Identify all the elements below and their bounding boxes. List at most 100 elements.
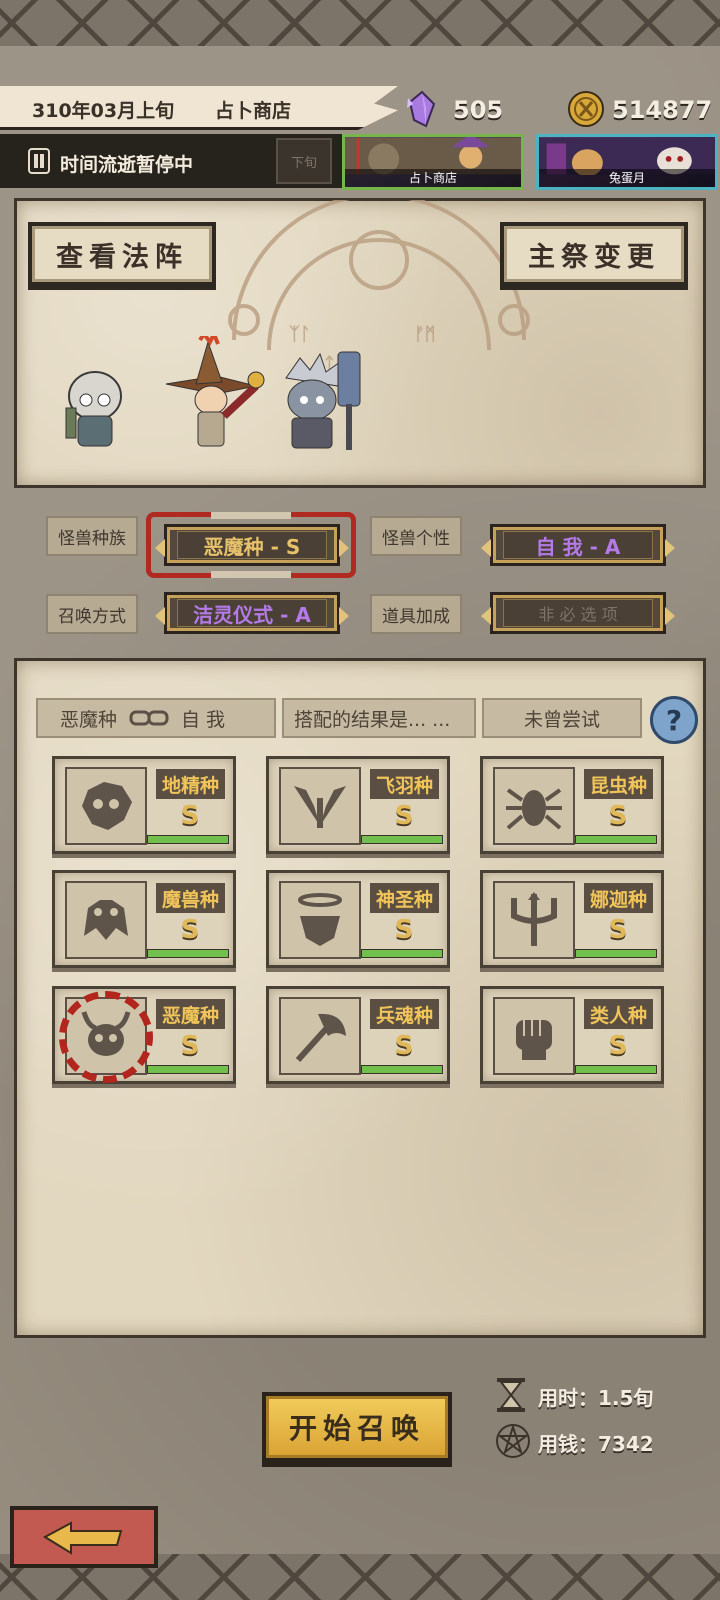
race-card-goblin[interactable]: 地精种 S: [52, 756, 236, 854]
race-name: 恶魔种: [155, 999, 225, 1029]
gold-coin-icon: [568, 91, 604, 127]
summon-method-selector[interactable]: 洁灵仪式 - A: [155, 592, 349, 634]
method-next-arrow-icon[interactable]: [339, 607, 349, 625]
item-bonus-value: 非 必 选 项: [538, 605, 618, 624]
race-label: 怪兽种族: [46, 516, 138, 556]
link-icon: [129, 710, 169, 726]
race-progress-bar: [575, 1065, 657, 1074]
view-formation-button[interactable]: 查看法阵: [28, 222, 216, 286]
race-selector[interactable]: 恶魔种 - S: [155, 524, 349, 566]
location-card-rabbit-egg-moon[interactable]: 兔蛋月: [536, 134, 718, 190]
crystal-icon: [407, 90, 436, 128]
combo-race-text: 恶魔种: [60, 708, 118, 731]
combo-tag: 恶魔种 自 我: [36, 698, 276, 738]
race-name: 类人种: [583, 999, 653, 1029]
back-button[interactable]: [10, 1506, 158, 1568]
race-card-holy[interactable]: 神圣种 S: [266, 870, 450, 968]
gold-count: 514877: [612, 96, 713, 124]
personality-prev-arrow-icon[interactable]: [481, 539, 491, 557]
race-grade: S: [608, 1031, 628, 1061]
pause-icon[interactable]: [28, 148, 50, 174]
personality-selector[interactable]: 自 我 - A: [481, 524, 675, 566]
race-grade: S: [180, 801, 200, 831]
item-bonus-selector[interactable]: 非 必 选 项: [481, 592, 675, 634]
goblin-skull-icon: [65, 767, 147, 845]
race-name: 地精种: [155, 769, 225, 799]
location-card-label: 占卜商店: [345, 169, 521, 187]
race-progress-bar: [361, 1065, 443, 1074]
race-grade: S: [608, 915, 628, 945]
race-name: 兵魂种: [369, 999, 439, 1029]
race-prev-arrow-icon[interactable]: [155, 539, 165, 557]
wings-icon: [279, 767, 361, 845]
axe-icon: [279, 997, 361, 1075]
race-next-arrow-icon[interactable]: [339, 539, 349, 557]
svg-text:ᚠᛗ: ᚠᛗ: [414, 324, 436, 345]
hourglass-icon: [497, 1378, 525, 1412]
race-progress-bar: [147, 949, 229, 958]
trident-icon: [493, 881, 575, 959]
spider-icon: [493, 767, 575, 845]
race-progress-bar: [147, 835, 229, 844]
next-period-button[interactable]: 下旬: [276, 138, 332, 184]
item-next-arrow-icon[interactable]: [665, 607, 675, 625]
personality-next-arrow-icon[interactable]: [665, 539, 675, 557]
start-summon-button[interactable]: 开始召唤: [262, 1392, 452, 1462]
witch-character: [165, 336, 265, 447]
summon-method-value: 洁灵仪式 - A: [193, 602, 311, 627]
race-progress-bar: [147, 1065, 229, 1074]
item-prev-arrow-icon[interactable]: [481, 607, 491, 625]
crystal-count: 505: [453, 96, 504, 124]
fist-icon: [493, 997, 575, 1075]
combo-result-tag: 搭配的结果是... ...: [282, 698, 476, 738]
race-card-demon[interactable]: 恶魔种 S: [52, 986, 236, 1084]
armored-knight-character: [285, 351, 361, 450]
money-cost: 用钱：7342: [538, 1432, 654, 1456]
location-card-label: 兔蛋月: [539, 169, 715, 187]
svg-text:ᛉᛚ: ᛉᛚ: [289, 324, 311, 345]
race-card-winged[interactable]: 飞羽种 S: [266, 756, 450, 854]
beast-head-icon: [65, 881, 147, 959]
back-arrow-icon: [42, 1521, 123, 1555]
current-location: 占卜商店: [215, 100, 292, 122]
race-card-beast[interactable]: 魔兽种 S: [52, 870, 236, 968]
summon-method-label: 召唤方式: [46, 594, 138, 634]
location-card-fortune-shop[interactable]: 占卜商店: [342, 134, 524, 190]
race-grade: S: [180, 1031, 200, 1061]
race-grade: S: [394, 915, 414, 945]
race-card-naga[interactable]: 娜迦种 S: [480, 870, 664, 968]
combo-trait-text: 自 我: [181, 708, 226, 731]
selected-race-marker: [59, 991, 153, 1083]
race-name: 昆虫种: [583, 769, 653, 799]
personality-value: 自 我 - A: [535, 534, 621, 559]
race-progress-bar: [575, 835, 657, 844]
race-progress-bar: [575, 949, 657, 958]
race-grade: S: [394, 1031, 414, 1061]
race-name: 娜迦种: [583, 883, 653, 913]
change-priest-button[interactable]: 主祭变更: [500, 222, 688, 286]
personality-label: 怪兽个性: [370, 516, 462, 556]
race-card-humanoid[interactable]: 类人种 S: [480, 986, 664, 1084]
method-prev-arrow-icon[interactable]: [155, 607, 165, 625]
race-grade: S: [608, 801, 628, 831]
help-icon[interactable]: ?: [650, 696, 698, 744]
race-name: 魔兽种: [155, 883, 225, 913]
race-value: 恶魔种 - S: [203, 534, 301, 559]
race-progress-bar: [361, 835, 443, 844]
time-cost: 用时：1.5旬: [538, 1386, 654, 1410]
skull-helmet-character: [65, 371, 122, 447]
race-grade: S: [180, 915, 200, 945]
combo-status-tag: 未曾尝试: [482, 698, 642, 738]
pentagram-coin-icon: [496, 1423, 530, 1458]
race-name: 飞羽种: [369, 769, 439, 799]
race-progress-bar: [361, 949, 443, 958]
current-date: 310年03月上旬: [32, 100, 175, 122]
race-grade: S: [394, 801, 414, 831]
top-border-decoration: [0, 0, 720, 46]
race-card-weapon-soul[interactable]: 兵魂种 S: [266, 986, 450, 1084]
time-status-text: 时间流逝暂停中: [60, 154, 194, 176]
race-card-insect[interactable]: 昆虫种 S: [480, 756, 664, 854]
race-name: 神圣种: [369, 883, 439, 913]
halo-head-icon: [279, 881, 361, 959]
item-bonus-label: 道具加成: [370, 594, 462, 634]
